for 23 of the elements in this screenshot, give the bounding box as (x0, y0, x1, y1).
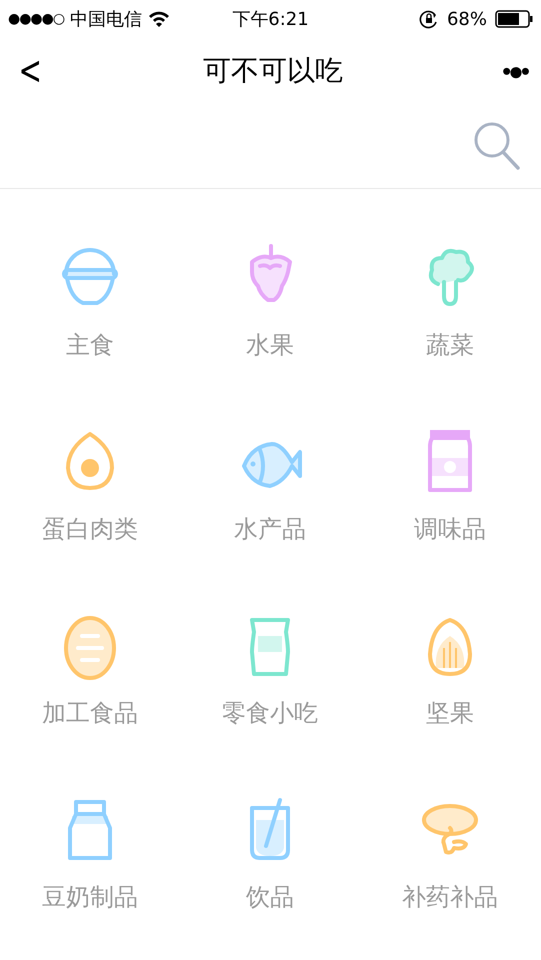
category-item[interactable]: 蔬菜 (360, 211, 540, 395)
category-item[interactable]: 蛋白肉类 (0, 395, 180, 579)
signal-strength: ●●●●○ (8, 11, 64, 27)
clock-time: 下午6:21 (231, 8, 310, 31)
carrier-name: 中国电信 (70, 8, 142, 31)
back-button[interactable]: < (18, 48, 40, 94)
wifi-icon (148, 11, 170, 27)
category-item[interactable]: 主食 (0, 211, 180, 395)
category-item[interactable]: 水产品 (180, 395, 360, 579)
category-item[interactable]: 坚果 (360, 579, 540, 763)
category-item[interactable]: 零食小吃 (180, 579, 360, 763)
category-item[interactable]: 豆奶制品 (0, 763, 180, 947)
battery-icon (495, 10, 533, 28)
category-item[interactable]: 补药补品 (360, 763, 540, 947)
more-button[interactable]: •●• (502, 56, 527, 86)
category-item[interactable]: 水果 (180, 211, 360, 395)
page-title: 可不可以吃 (202, 53, 344, 89)
category-item[interactable]: 调味品 (360, 395, 540, 579)
category-item[interactable]: 饮品 (180, 763, 360, 947)
rotation-lock-icon (418, 9, 439, 29)
battery-percent: 68% (446, 8, 487, 30)
category-item[interactable]: 加工食品 (0, 579, 180, 763)
search-icon[interactable] (473, 121, 521, 171)
